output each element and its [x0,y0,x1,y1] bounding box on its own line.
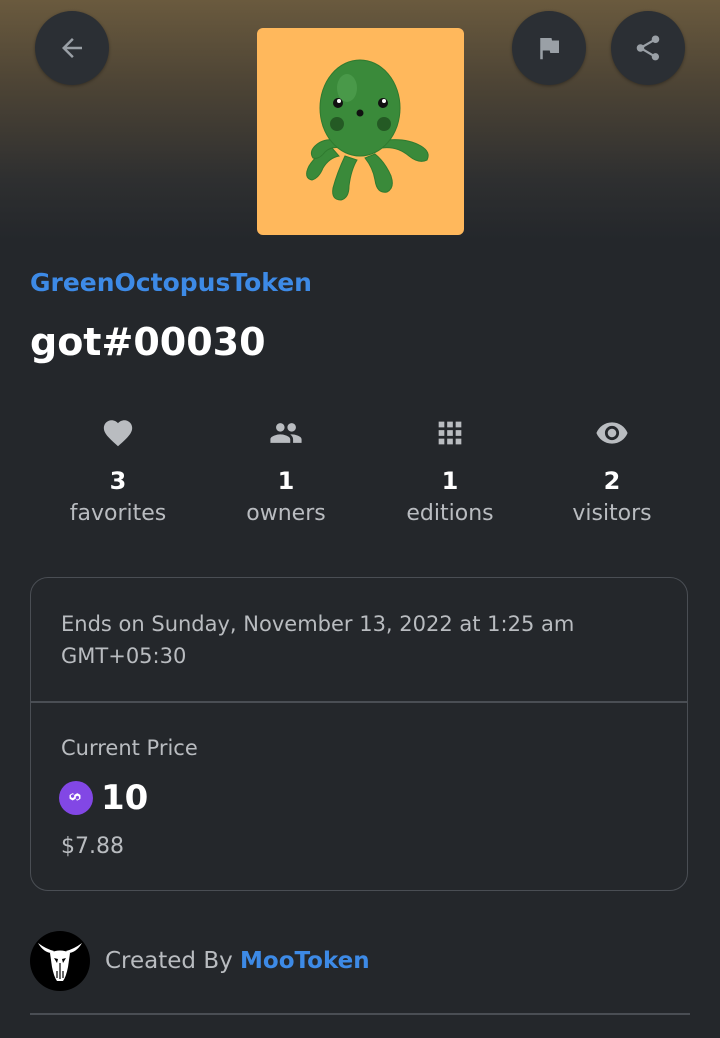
visitors-label: visitors [572,501,652,526]
visitors-count: 2 [603,467,621,495]
octopus-illustration [306,59,429,201]
editions-label: editions [406,501,494,526]
bull-skull-logo [38,943,82,981]
eye-icon [596,422,628,444]
creator-avatar[interactable] [30,931,90,991]
auction-end-text: Ends on Sunday, November 13, 2022 at 1:2… [61,612,575,668]
favorites-count: 3 [109,467,127,495]
creator-name-link[interactable]: MooToken [240,948,370,974]
auction-card: Ends on Sunday, November 13, 2022 at 1:2… [30,577,688,891]
owners-label: owners [246,501,326,526]
favorites-label: favorites [69,501,167,526]
price-value: 10 [101,778,149,818]
creator-row[interactable]: Created By MooToken [30,930,370,992]
section-divider [30,1013,690,1015]
collection-link[interactable]: GreenOctopusToken [30,268,312,297]
stat-favorites[interactable]: 3 favorites [33,415,203,526]
card-divider [31,701,687,703]
stat-visitors[interactable]: 2 visitors [527,415,697,526]
nft-title: got#00030 [30,320,266,364]
report-button[interactable] [512,11,586,85]
grid-icon [438,421,462,445]
price-label: Current Price [61,736,198,760]
stats-row: 3 favorites 1 owners 1 editions 2 visito… [30,415,690,535]
price-usd: $7.88 [61,834,124,859]
people-icon [270,423,302,443]
nft-image[interactable] [257,28,464,235]
stat-owners[interactable]: 1 owners [201,415,371,526]
share-icon [636,35,660,61]
price-row: 10 [59,778,148,818]
heart-icon [103,420,133,447]
creator-prefix: Created By [105,948,233,974]
stat-editions[interactable]: 1 editions [365,415,535,526]
owners-count: 1 [277,467,295,495]
back-button[interactable] [35,11,109,85]
arrow-left-icon [62,38,82,58]
share-button[interactable] [611,11,685,85]
polygon-matic-icon [59,781,93,815]
editions-count: 1 [441,467,459,495]
flag-icon [540,38,559,60]
